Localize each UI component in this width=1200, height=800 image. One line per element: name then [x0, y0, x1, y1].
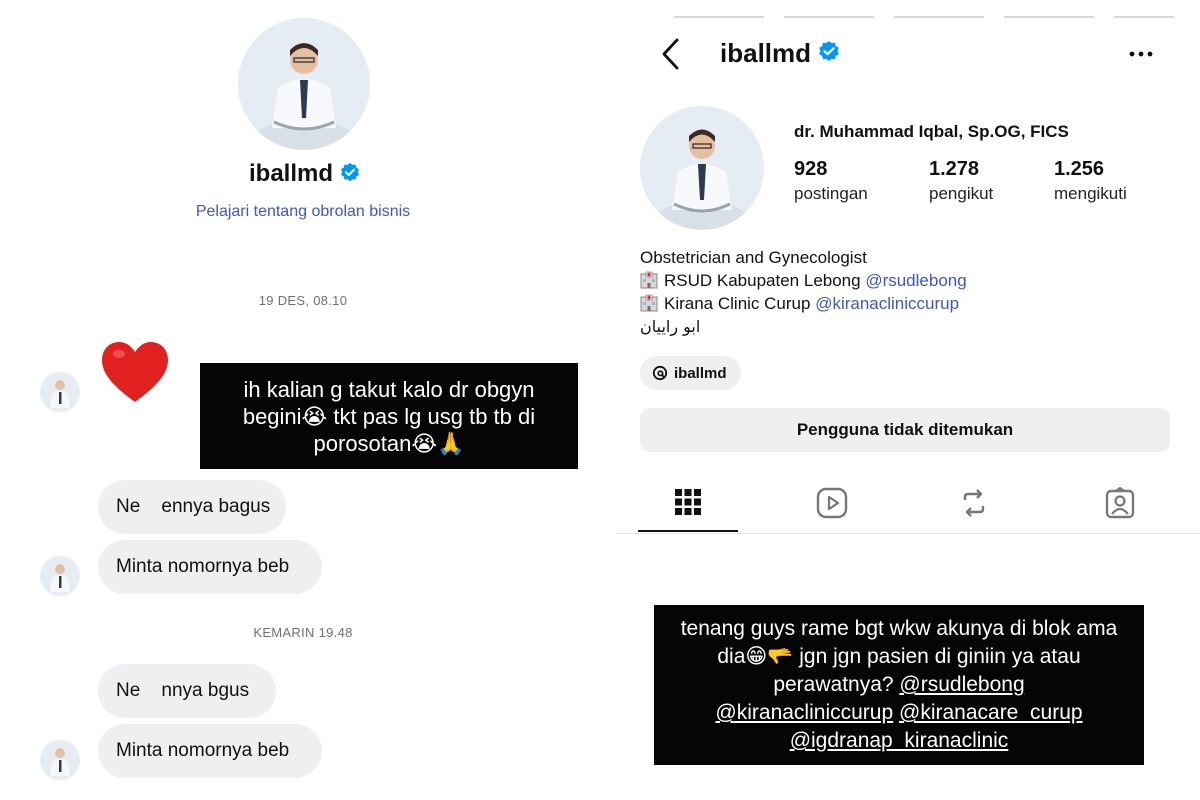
ellipsis-icon	[1129, 51, 1153, 57]
chat-username: iballmd	[0, 160, 610, 191]
message-bubble: Ne nnya bgus	[98, 664, 276, 718]
user-not-found-button[interactable]: Pengguna tidak ditemukan	[640, 408, 1170, 452]
bio-mention-link[interactable]: @kiranacliniccurup	[815, 294, 959, 313]
message-text: Ne ennya bagus	[116, 496, 271, 517]
profile-username-text: iballmd	[720, 38, 812, 68]
profile-header-username: iballmd	[720, 38, 841, 71]
caption-mention[interactable]: @kiranacare_curup	[899, 701, 1083, 724]
stat-followers-value: 1.278	[929, 158, 980, 180]
overlay-caption: tenang guys rame bgt wkw akunya di blok …	[654, 605, 1144, 765]
tab-reels[interactable]	[782, 474, 882, 532]
stat-following-label: mengikuti	[1054, 184, 1127, 203]
profile-bio: Obstetrician and Gynecologist RSUD Kabup…	[640, 246, 967, 338]
bio-line: RSUD Kabupaten Lebong @rsudlebong	[640, 269, 967, 292]
grid-icon	[675, 489, 701, 515]
bio-line: Obstetrician and Gynecologist	[640, 248, 867, 267]
chevron-left-icon	[662, 38, 679, 70]
repost-icon	[963, 489, 985, 517]
sender-avatar	[40, 372, 80, 412]
overlay-caption-text: tenang guys rame bgt wkw akunya di blok …	[668, 615, 1130, 755]
caption-mention[interactable]: @rsudlebong	[899, 673, 1024, 696]
threads-handle: iballmd	[674, 364, 727, 382]
chat-timestamp: KEMARIN 19.48	[253, 625, 353, 640]
stat-posts-label: postingan	[794, 184, 868, 203]
message-text: Minta nomornya beb	[116, 556, 290, 577]
profile-full-name: dr. Muhammad Iqbal, Sp.OG, FICS	[794, 122, 1069, 141]
message-bubble: Minta nomornya beb	[98, 540, 322, 594]
hospital-icon	[640, 271, 658, 289]
reels-icon	[816, 487, 848, 519]
shared-story-caption[interactable]: ih kalian g takut kalo dr obgyn begini😭 …	[200, 363, 578, 469]
bio-mention-link[interactable]: @rsudlebong	[865, 271, 966, 290]
bio-arabic-line: ابو راييان	[640, 317, 701, 336]
panel-divider	[606, 0, 616, 800]
chat-profile-avatar[interactable]	[238, 18, 370, 150]
hospital-icon	[640, 294, 658, 312]
caption-mention[interactable]: @kiranacliniccurup	[715, 701, 893, 724]
stat-posts[interactable]: 928 postingan	[794, 158, 868, 204]
threads-icon	[652, 365, 668, 381]
tab-posts-grid[interactable]	[638, 474, 738, 532]
verified-badge-icon	[817, 40, 841, 71]
message-bubble: Ne ennya bagus	[98, 480, 286, 534]
sender-avatar	[40, 556, 80, 596]
bio-text: Kirana Clinic Curup	[664, 294, 816, 313]
dm-chat-panel: iballmd Pelajari tentang obrolan bisnis …	[0, 0, 600, 800]
message-bubble: Minta nomornya beb	[98, 724, 322, 778]
status-lines	[674, 16, 1174, 18]
chat-username-text: iballmd	[248, 160, 333, 187]
stat-posts-value: 928	[794, 158, 828, 180]
more-options-button[interactable]	[1126, 44, 1156, 64]
heart-reaction	[100, 340, 170, 416]
bio-text: RSUD Kabupaten Lebong	[664, 271, 866, 290]
stat-following-value: 1.256	[1054, 158, 1105, 180]
message-text: Ne nnya bgus	[116, 680, 250, 701]
business-chat-link[interactable]: Pelajari tentang obrolan bisnis	[0, 203, 606, 221]
sender-avatar	[40, 740, 80, 780]
caption-mention[interactable]: @igdranap_kiranaclinic	[790, 729, 1009, 752]
profile-panel: iballmd dr. Muhammad Iqbal, Sp.OG, FICS …	[616, 0, 1200, 800]
bio-line: Kirana Clinic Curup @kiranacliniccurup	[640, 292, 967, 315]
message-text: Minta nomornya beb	[116, 740, 290, 761]
threads-profile-link[interactable]: iballmd	[640, 356, 741, 390]
stat-followers[interactable]: 1.278 pengikut	[929, 158, 993, 204]
tab-divider	[616, 533, 1200, 534]
chat-timestamp: 19 DES, 08.10	[258, 293, 348, 308]
tab-reposts[interactable]	[924, 474, 1024, 532]
tab-tagged[interactable]	[1070, 474, 1170, 532]
verified-badge-icon	[339, 162, 361, 191]
back-button[interactable]	[656, 36, 686, 72]
profile-avatar[interactable]	[640, 106, 764, 230]
tagged-icon	[1105, 487, 1135, 519]
stat-followers-label: pengikut	[929, 184, 994, 203]
stat-following[interactable]: 1.256 mengikuti	[1054, 158, 1127, 204]
